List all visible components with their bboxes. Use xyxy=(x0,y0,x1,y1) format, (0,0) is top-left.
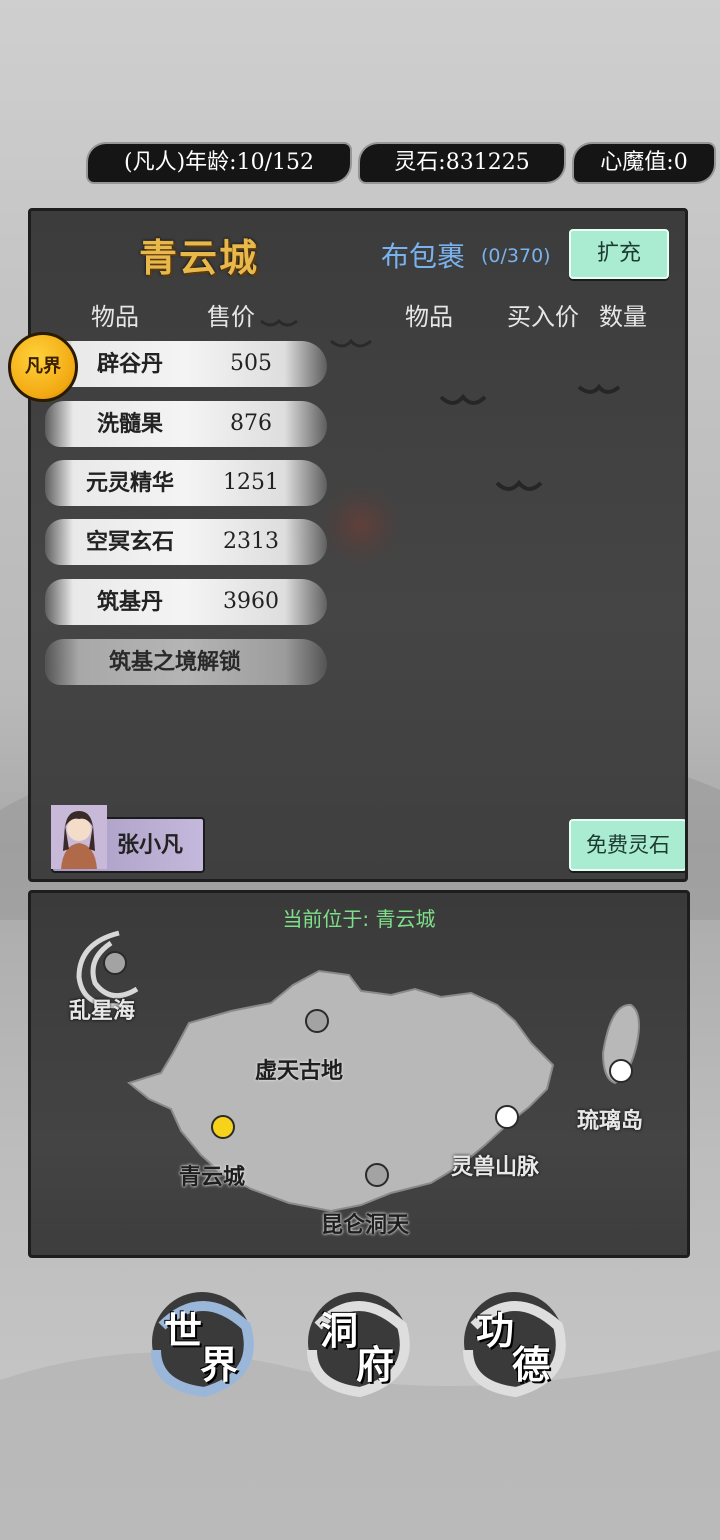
place-kunlun[interactable]: 昆仑洞天 xyxy=(321,1207,409,1239)
world-map: 当前位于: 青云城 乱星海 虚天古地 青云城 昆仑洞天 灵兽山脉 琉璃岛 xyxy=(28,890,690,1258)
place-lingshou[interactable]: 灵兽山脉 xyxy=(451,1149,539,1181)
character-name: 张小凡 xyxy=(117,832,184,858)
buy-price-header: 买入价 xyxy=(507,303,579,331)
free-spirit-stone-button[interactable]: 免费灵石 xyxy=(569,819,685,871)
merit-nav-button[interactable]: 功 德 xyxy=(454,1286,574,1398)
map-node-liuli[interactable] xyxy=(609,1059,633,1083)
locked-item-row[interactable]: 筑基之境解锁 xyxy=(45,639,327,685)
item-name: 空冥玄石 xyxy=(85,529,174,555)
item-name: 筑基丹 xyxy=(96,589,163,615)
item-price: 2313 xyxy=(223,529,279,554)
item-price: 1251 xyxy=(223,470,279,495)
map-node-lingshou[interactable] xyxy=(495,1105,519,1129)
shop-item[interactable]: 筑基丹 3960 xyxy=(45,579,327,625)
shop-panel: 青云城 布包裹 (0/370) 扩充 物品 售价 物品 买入价 数量 辟谷丹 5… xyxy=(28,208,688,882)
item-price: 3960 xyxy=(223,589,279,614)
demon-value-status: 心魔值:0 xyxy=(574,144,714,182)
map-node-luanxing[interactable] xyxy=(103,951,127,975)
shop-item[interactable]: 洗髓果 876 xyxy=(45,401,327,447)
item-name: 元灵精华 xyxy=(85,470,174,496)
cave-nav-char-1: 洞 xyxy=(320,1308,359,1353)
age-status: (凡人)年龄:10/152 xyxy=(88,144,350,182)
world-nav-char-2: 界 xyxy=(200,1342,239,1387)
world-nav-button[interactable]: 世 界 xyxy=(142,1286,262,1398)
character-avatar xyxy=(51,805,107,869)
expand-button[interactable]: 扩充 xyxy=(569,229,669,279)
cave-nav-char-2: 府 xyxy=(356,1342,395,1387)
character-card[interactable]: 张小凡 xyxy=(51,805,205,873)
item-name: 辟谷丹 xyxy=(96,351,163,377)
map-node-qingyun-current[interactable] xyxy=(211,1115,235,1139)
bag-item-header: 物品 xyxy=(405,303,453,331)
shop-item[interactable]: 元灵精华 1251 xyxy=(45,460,327,506)
item-price: 505 xyxy=(230,351,272,376)
place-qingyun[interactable]: 青云城 xyxy=(179,1159,245,1191)
realm-badge[interactable]: 凡界 xyxy=(8,332,78,402)
locked-label: 筑基之境解锁 xyxy=(108,649,241,675)
sell-price-header: 售价 xyxy=(207,303,255,331)
place-liuli[interactable]: 琉璃岛 xyxy=(577,1103,643,1135)
bag-label: 布包裹 xyxy=(381,240,466,273)
cave-nav-button[interactable]: 洞 府 xyxy=(298,1286,418,1398)
spirit-stone-status: 灵石:831225 xyxy=(360,144,564,182)
city-title: 青云城 xyxy=(139,235,260,280)
map-node-kunlun[interactable] xyxy=(365,1163,389,1187)
merit-nav-char-1: 功 xyxy=(476,1308,515,1353)
shop-item[interactable]: 辟谷丹 505 xyxy=(45,341,327,387)
item-name: 洗髓果 xyxy=(96,411,163,437)
quantity-header: 数量 xyxy=(599,303,647,331)
shop-item[interactable]: 空冥玄石 2313 xyxy=(45,519,327,565)
bag-count: (0/370) xyxy=(481,245,551,267)
item-price: 876 xyxy=(230,411,272,436)
place-xutian[interactable]: 虚天古地 xyxy=(255,1053,343,1085)
merit-nav-char-2: 德 xyxy=(512,1342,551,1387)
place-luanxing[interactable]: 乱星海 xyxy=(69,993,135,1025)
map-node-xutian[interactable] xyxy=(305,1009,329,1033)
sun-decoration xyxy=(321,485,401,565)
world-nav-char-1: 世 xyxy=(164,1308,203,1353)
sell-item-header: 物品 xyxy=(91,303,139,331)
current-location-label: 当前位于: 青云城 xyxy=(282,907,436,931)
map-landmass xyxy=(76,930,640,1213)
